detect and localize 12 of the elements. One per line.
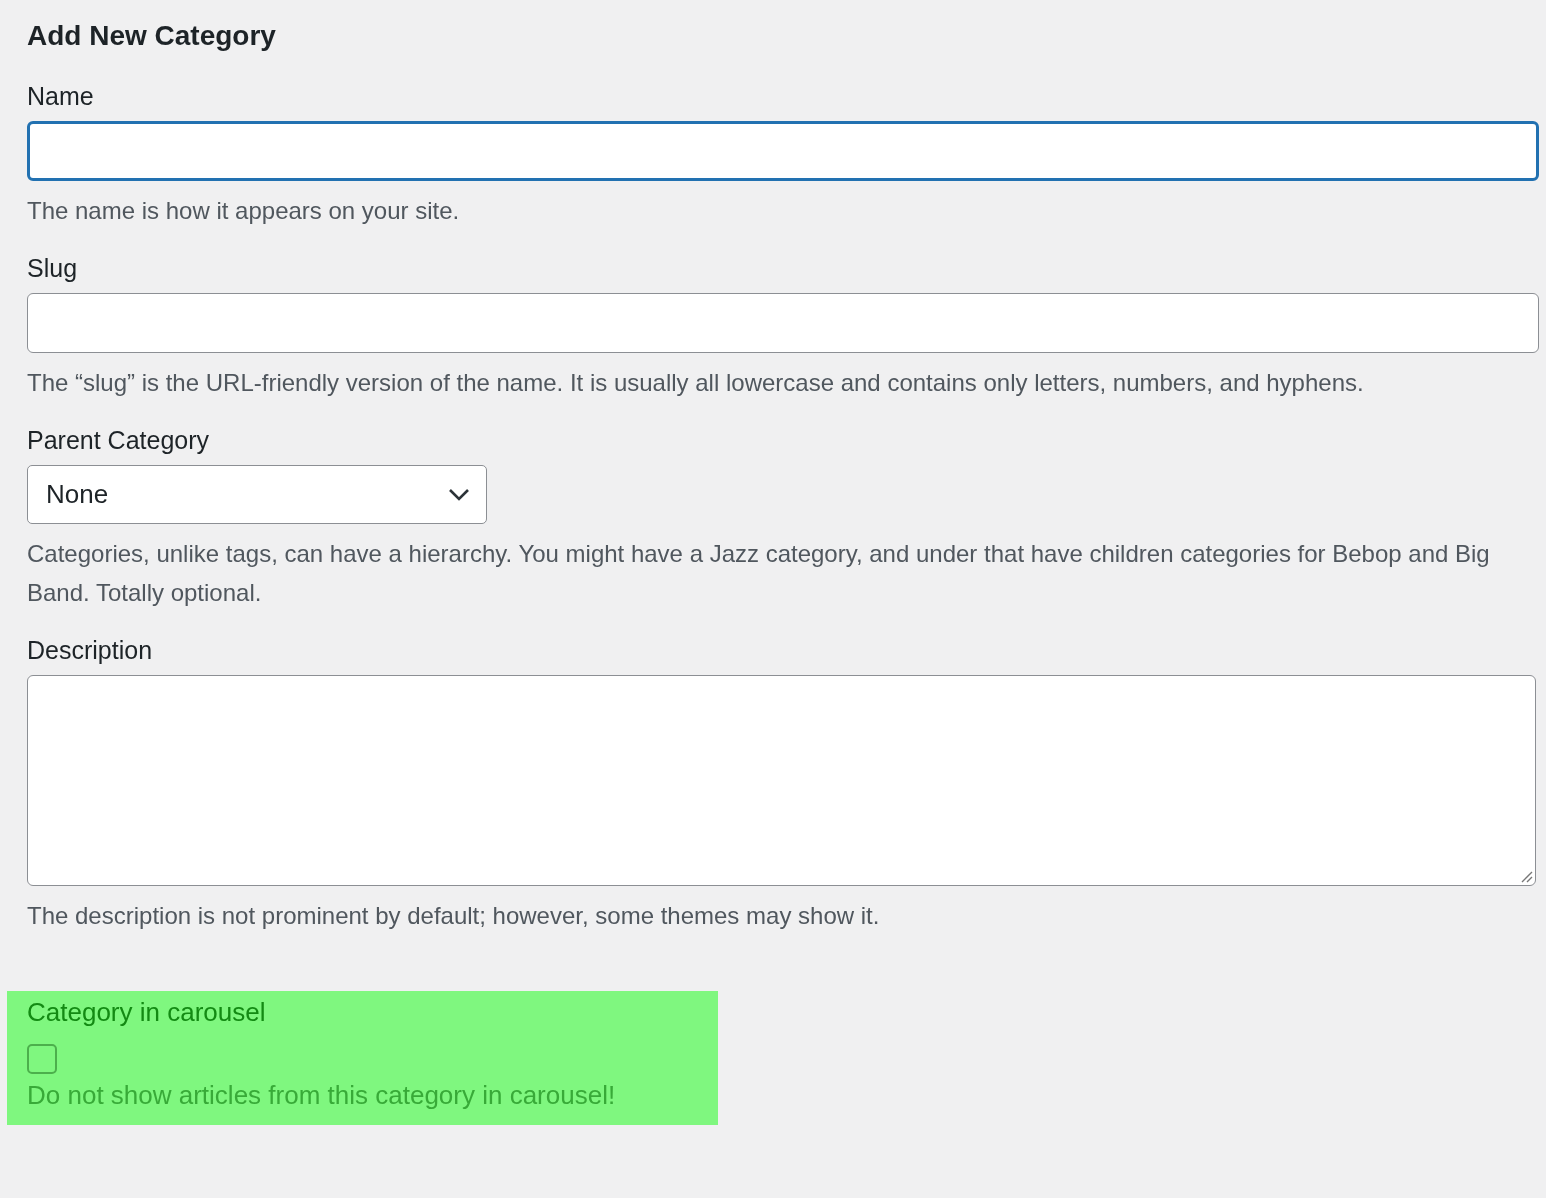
help-text: The description is not prominent by default; however, some themes may show it. [27,901,881,931]
help-text: The name is how it appears on your site. [27,196,461,226]
form-heading: Add New Category [27,20,276,52]
field-label: Parent Category [27,426,210,455]
field-label: Name [27,82,94,111]
dropdown[interactable]: None [27,465,487,524]
checkbox-description: Do not show articles from this category in carousel! [27,1080,616,1111]
field-label: Description [27,636,153,665]
help-text: The “slug” is the URL-friendly version of the name. It is usually all lowercase and contains only letters, numbers, and hyphens. [27,368,1365,398]
help-text: Categories, unlike tags, can have a hierarchy. You might have a Jazz category, and under that have children categories for Bebop and Big Band. Totally optional. [27,539,1491,608]
field-label: Slug [27,254,78,283]
carousel-label: Category in carousel [27,997,266,1028]
